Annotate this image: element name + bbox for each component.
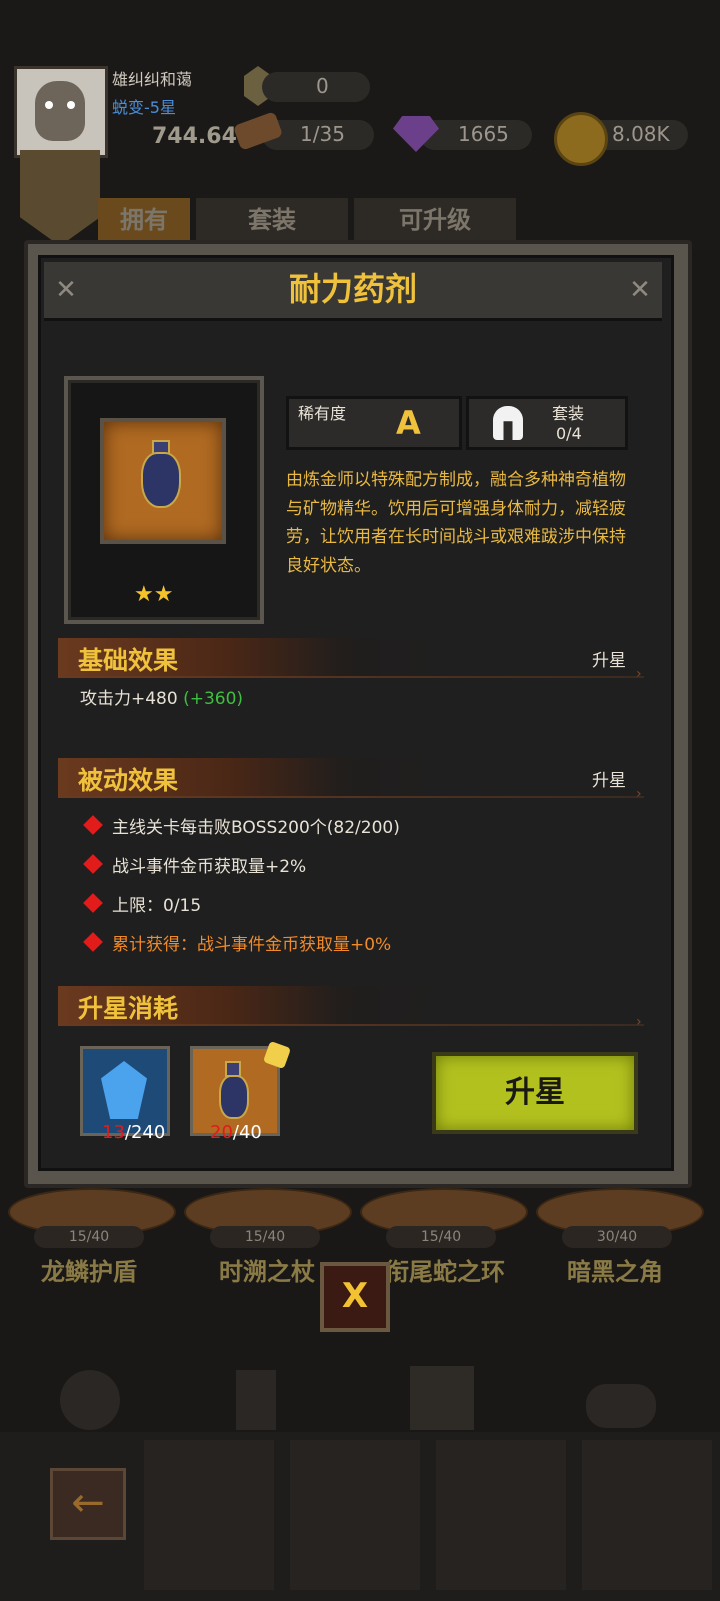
horn-icon[interactable] <box>586 1384 656 1428</box>
chevron-right-icon: › <box>636 1014 642 1030</box>
close-button[interactable]: X <box>320 1262 390 1332</box>
passive-upgrade-link[interactable]: 升星 <box>592 766 626 791</box>
pedestal-progress: 15/40 <box>34 1226 144 1248</box>
modal-title: 耐力药剂 <box>288 270 417 308</box>
blue-crystal-icon <box>101 1061 147 1119</box>
crystal-need: /240 <box>124 1122 166 1143</box>
attack-bonus: (+360) <box>183 689 244 709</box>
pedestal-progress: 15/40 <box>210 1226 320 1248</box>
forge-value: 1/35 <box>300 122 345 146</box>
tab-owned[interactable]: 拥有 <box>98 198 190 242</box>
bottom-slot[interactable] <box>582 1440 712 1590</box>
bottom-slot[interactable] <box>144 1440 274 1590</box>
potion-vase-icon <box>219 1075 249 1119</box>
potion-need: /40 <box>232 1122 262 1143</box>
gold-value: 8.08K <box>612 122 670 146</box>
tab-upgradable[interactable]: 可升级 <box>354 198 516 242</box>
section-divider <box>58 796 644 798</box>
basic-upgrade-link[interactable]: 升星 <box>592 646 626 671</box>
gauntlet-icon[interactable] <box>60 1370 120 1430</box>
chevron-right-icon: › <box>636 786 642 802</box>
passive-item: 主线关卡每击败BOSS200个(82/200) <box>112 818 400 838</box>
potion-vase-icon <box>141 452 181 508</box>
passive-item: 累计获得：战斗事件金币获取量+0% <box>112 935 392 955</box>
player-name: 雄纠纠和蔼 <box>112 70 193 89</box>
diamond-value: 1665 <box>458 122 509 146</box>
set-label: 套装 <box>552 404 585 423</box>
upgrade-star-button[interactable]: 升星 <box>432 1052 638 1134</box>
set-value: 0/4 <box>556 424 582 443</box>
passive-item: 上限：0/15 <box>112 896 202 916</box>
pedestal-progress: 15/40 <box>386 1226 496 1248</box>
potion-have: 20 <box>210 1122 233 1143</box>
player-avatar[interactable] <box>14 66 108 158</box>
greaves-icon[interactable] <box>410 1366 474 1430</box>
rarity-label: 稀有度 <box>298 404 347 423</box>
bottom-slot[interactable] <box>290 1440 420 1590</box>
basic-effect-title: 基础效果 <box>78 646 179 675</box>
avatar-eye <box>67 101 75 109</box>
set-box[interactable] <box>466 396 628 450</box>
back-button[interactable]: ← <box>50 1468 126 1540</box>
player-rank: 蜕变-5星 <box>112 98 176 117</box>
chevron-right-icon: › <box>636 666 642 682</box>
pedestal-name: 暗黑之角 <box>567 1258 663 1286</box>
section-divider <box>58 1024 644 1026</box>
passive-effect-title: 被动效果 <box>78 766 179 795</box>
section-divider <box>58 676 644 678</box>
rarity-value: A <box>396 404 421 442</box>
item-stars: ★★ <box>134 582 174 607</box>
crystal-have: 13 <box>102 1122 125 1143</box>
bottom-slot[interactable] <box>436 1440 566 1590</box>
axe-icon[interactable] <box>236 1370 276 1430</box>
avatar-face <box>35 81 85 141</box>
pedestal-name: 龙鳞护盾 <box>41 1258 137 1286</box>
passive-item: 战斗事件金币获取量+2% <box>112 857 307 877</box>
tab-set[interactable]: 套装 <box>196 198 348 242</box>
item-description: 由炼金师以特殊配方制成，融合多种神奇植物与矿物精华。饮用后可增强身体耐力，减轻疲… <box>286 470 626 576</box>
basic-effect-value: 攻击力+480 (+360) <box>80 684 243 709</box>
cost-title: 升星消耗 <box>78 994 179 1023</box>
hex-gem-value: 0 <box>316 74 329 98</box>
pedestal-progress: 30/40 <box>562 1226 672 1248</box>
attack-stat: 攻击力+480 <box>80 689 178 709</box>
crystal-count: 13/240 <box>102 1122 165 1143</box>
avatar-eye <box>45 101 53 109</box>
gold-coin-icon <box>554 112 608 166</box>
potion-count: 20/40 <box>210 1122 262 1143</box>
